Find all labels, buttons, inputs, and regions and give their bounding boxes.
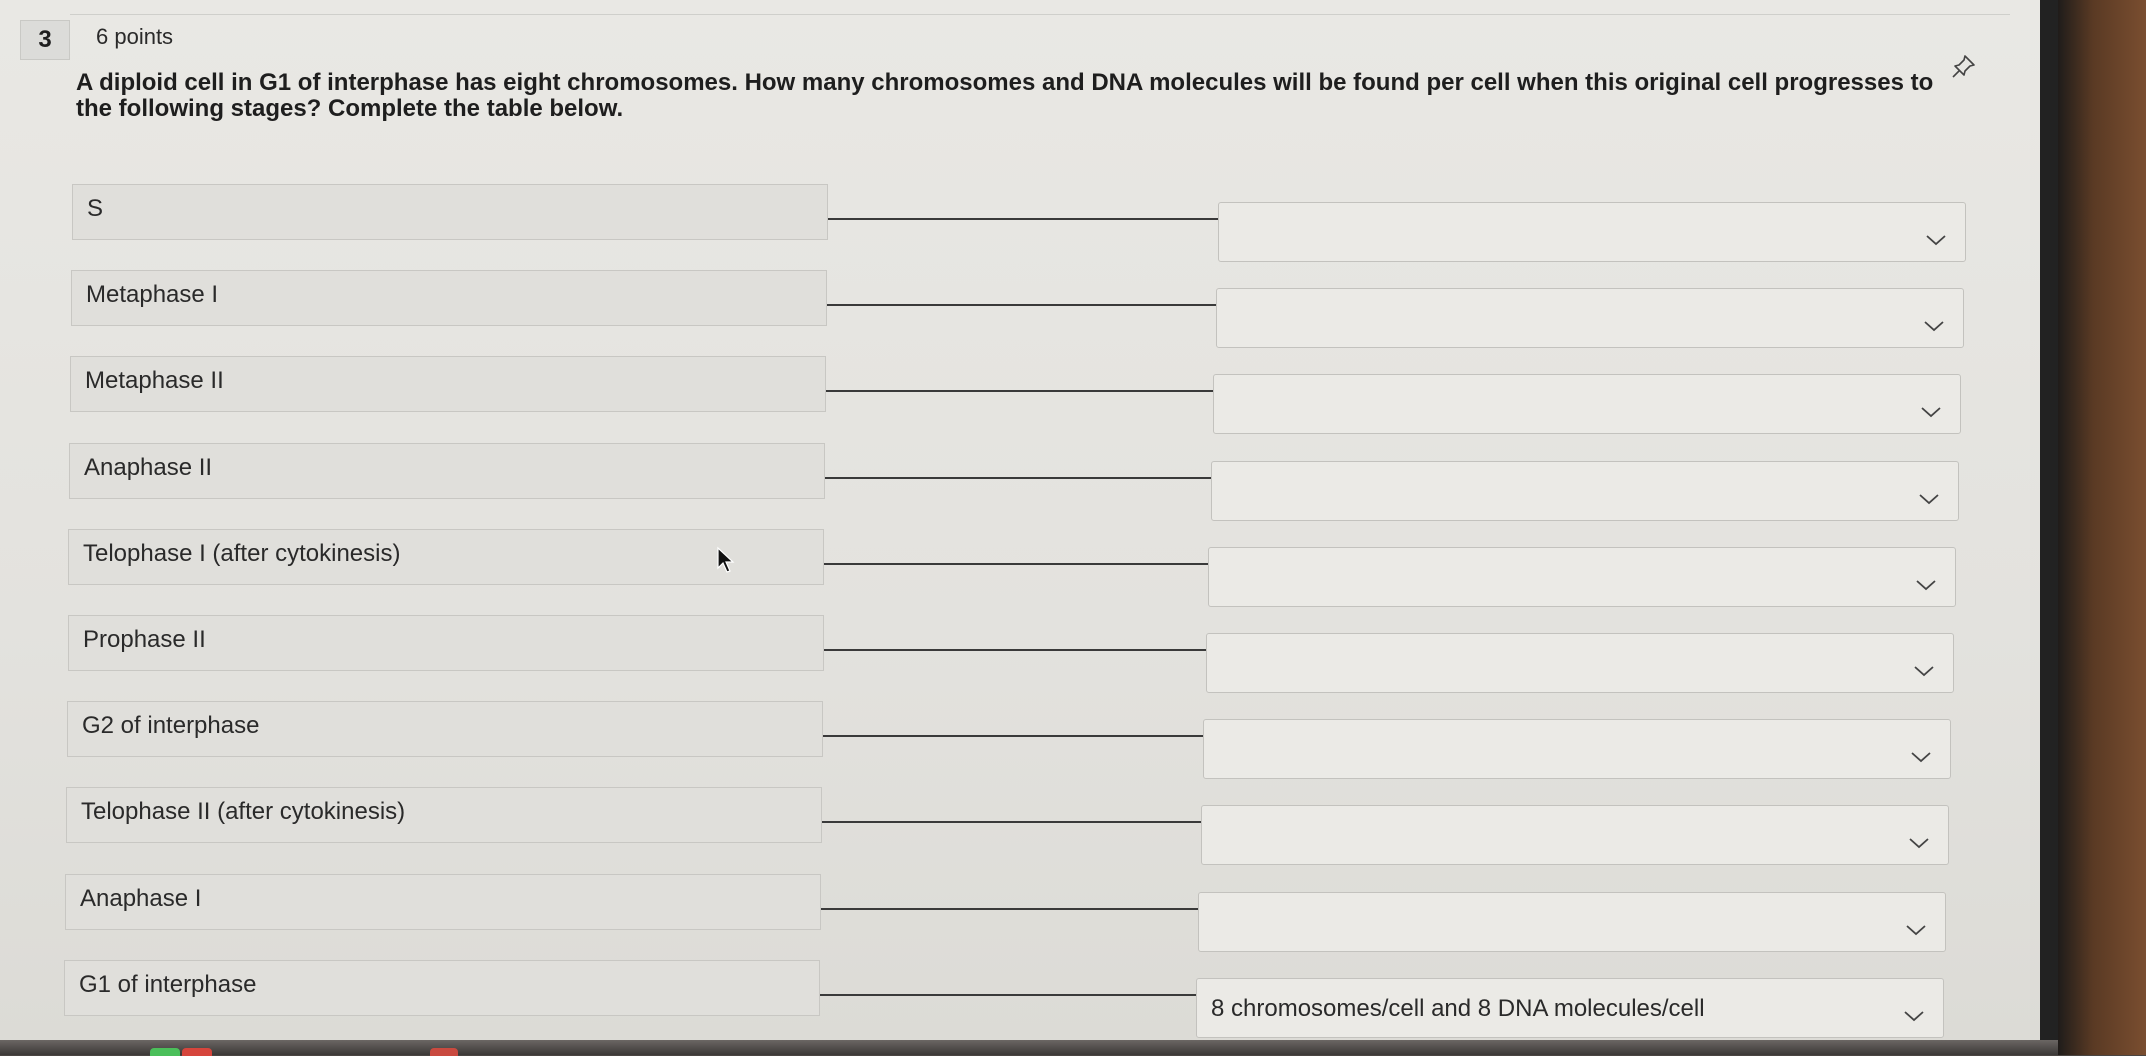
connector-line xyxy=(821,908,1198,910)
stage-label: Telophase II (after cytokinesis) xyxy=(66,787,822,843)
stage-label: Metaphase II xyxy=(70,356,826,412)
connector-line xyxy=(828,218,1218,220)
answer-dropdown[interactable] xyxy=(1211,461,1959,521)
connector-line xyxy=(826,390,1213,392)
divider xyxy=(70,14,2010,15)
stage-label: Telophase I (after cytokinesis) xyxy=(68,529,824,585)
connector-line xyxy=(825,477,1211,479)
answer-dropdown[interactable] xyxy=(1216,288,1964,348)
stage-label: Prophase II xyxy=(68,615,824,671)
connector-line xyxy=(824,649,1206,651)
dropdown-selected-value: 8 chromosomes/cell and 8 DNA molecules/c… xyxy=(1211,995,1705,1022)
chevron-down-icon[interactable] xyxy=(1905,923,1927,937)
quiz-screen: 3 6 points A diploid cell in G1 of inter… xyxy=(0,0,2058,1040)
question-points: 6 points xyxy=(96,24,174,49)
chevron-down-icon[interactable] xyxy=(1915,578,1937,592)
stage-label: Metaphase I xyxy=(71,270,827,326)
chevron-down-icon[interactable] xyxy=(1913,664,1935,678)
chevron-down-icon[interactable] xyxy=(1903,1009,1925,1023)
connector-line xyxy=(824,563,1208,565)
answer-dropdown[interactable] xyxy=(1218,202,1966,262)
answer-dropdown[interactable] xyxy=(1201,805,1949,865)
chevron-down-icon[interactable] xyxy=(1910,750,1932,764)
answer-dropdown[interactable] xyxy=(1206,633,1954,693)
connector-line xyxy=(820,994,1196,996)
chevron-down-icon[interactable] xyxy=(1918,492,1940,506)
stage-label: Anaphase II xyxy=(69,443,825,499)
connector-line xyxy=(822,821,1201,823)
chevron-down-icon[interactable] xyxy=(1925,233,1947,247)
question-number: 3 xyxy=(20,20,70,60)
connector-line xyxy=(827,304,1216,306)
stage-label: S xyxy=(72,184,828,240)
mouse-cursor-icon xyxy=(717,546,735,573)
chevron-down-icon[interactable] xyxy=(1908,836,1930,850)
device-bezel xyxy=(2058,0,2146,1055)
stage-label: Anaphase I xyxy=(65,874,821,930)
stage-label: G2 of interphase xyxy=(67,701,823,757)
answer-dropdown[interactable] xyxy=(1198,892,1946,952)
answer-dropdown[interactable]: 8 chromosomes/cell and 8 DNA molecules/c… xyxy=(1196,978,1944,1038)
dock-area xyxy=(0,1040,2058,1055)
answer-dropdown[interactable] xyxy=(1213,374,1961,434)
answer-dropdown[interactable] xyxy=(1208,547,1956,607)
connector-line xyxy=(823,735,1203,737)
answer-dropdown[interactable] xyxy=(1203,719,1951,779)
stage-label: G1 of interphase xyxy=(64,960,820,1016)
question-text: A diploid cell in G1 of interphase has e… xyxy=(76,69,1934,122)
chevron-down-icon[interactable] xyxy=(1920,405,1942,419)
chevron-down-icon[interactable] xyxy=(1923,319,1945,333)
